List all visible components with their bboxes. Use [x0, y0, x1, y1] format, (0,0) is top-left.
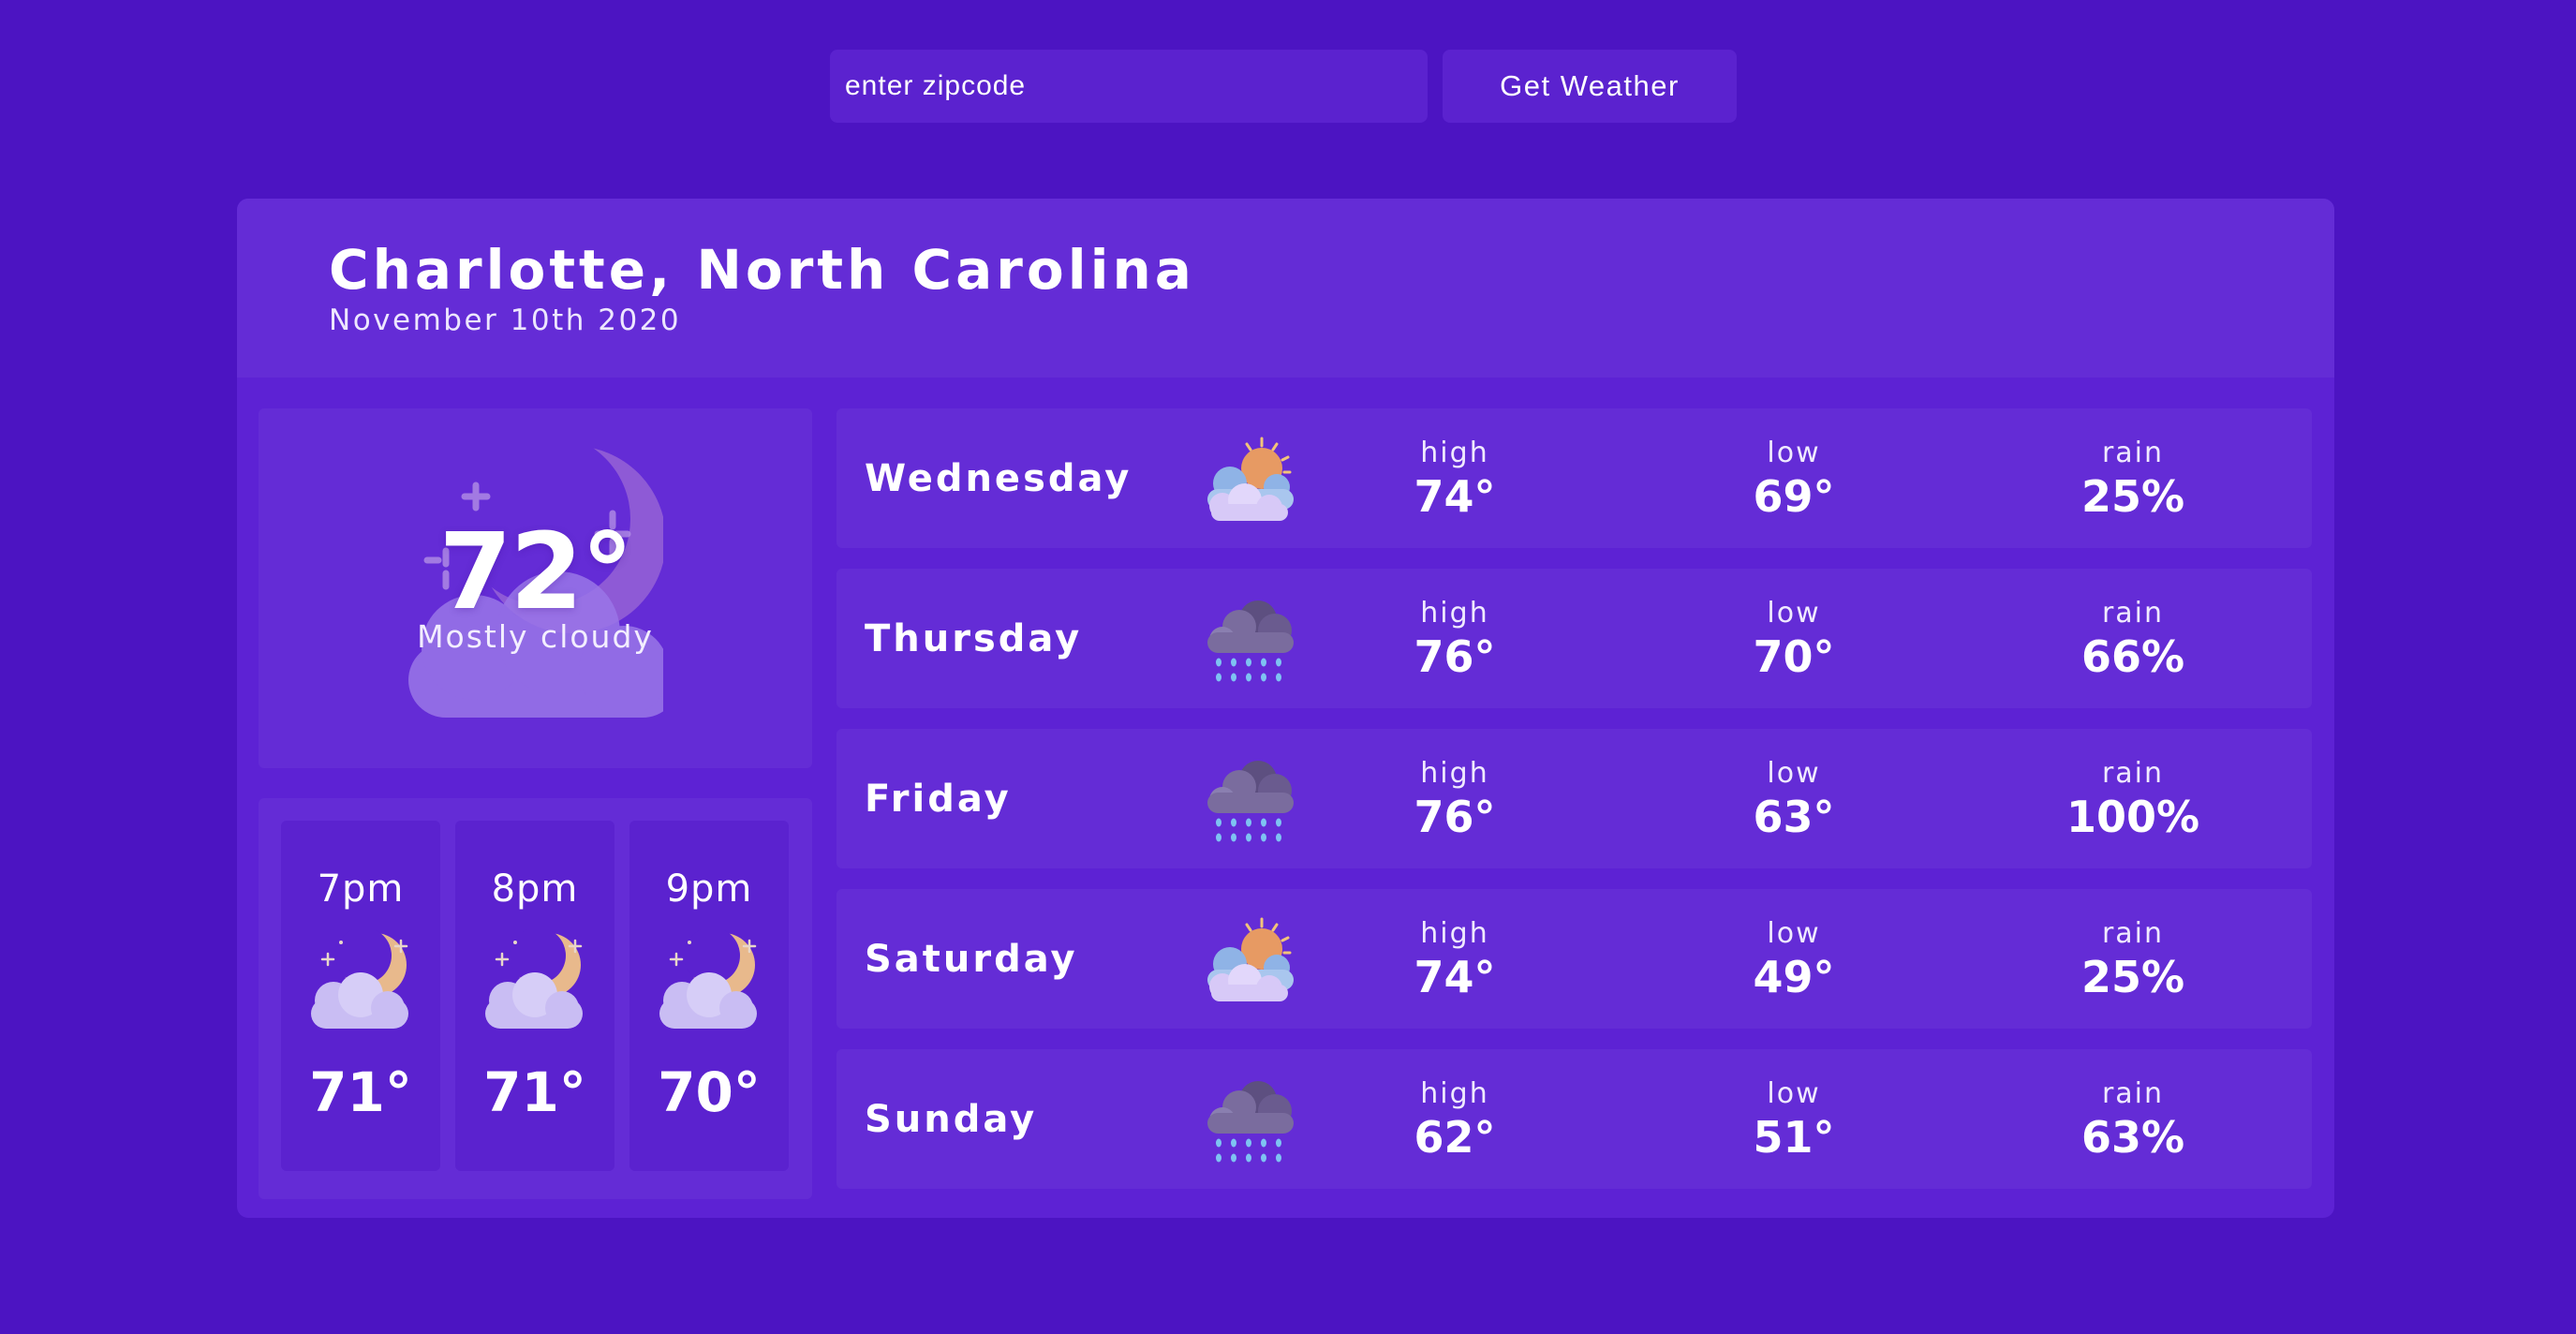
rain-label: rain — [2101, 1077, 2165, 1110]
date-label: November 10th 2020 — [329, 304, 682, 337]
low-temp: low 63° — [1681, 729, 1906, 842]
rain-chance: rain 63% — [2021, 1049, 2245, 1163]
hourly-item: 9pm 70° — [629, 821, 789, 1171]
high-temp: high 76° — [1342, 729, 1567, 842]
current-weather-panel: 72° Mostly cloudy — [259, 408, 812, 768]
rain-cloud-icon — [1207, 761, 1294, 842]
low-label: low — [1767, 1077, 1821, 1110]
low-label: low — [1767, 917, 1821, 950]
low-value: 49° — [1753, 952, 1835, 1002]
day-name: Friday — [865, 778, 1012, 821]
high-value: 76° — [1414, 792, 1496, 842]
rain-cloud-icon — [1207, 600, 1294, 682]
current-condition: Mostly cloudy — [417, 618, 654, 655]
rain-chance: rain 25% — [2021, 889, 2245, 1002]
weather-card: Charlotte, North Carolina November 10th … — [237, 199, 2334, 1218]
hour-temperature: 70° — [658, 1060, 761, 1124]
partly-cloudy-sun-icon — [1207, 437, 1294, 521]
daily-forecast-row: Saturday high 74° low 49° rain 25% — [836, 889, 2312, 1029]
day-name: Saturday — [865, 938, 1078, 981]
rain-value: 25% — [2080, 952, 2185, 1002]
high-temp: high 74° — [1342, 889, 1567, 1002]
night-cloud-moon-icon — [659, 929, 757, 1029]
rain-chance: rain 100% — [2021, 729, 2245, 842]
hour-temperature: 71° — [483, 1060, 586, 1124]
get-weather-button[interactable]: Get Weather — [1443, 50, 1737, 123]
high-label: high — [1420, 437, 1489, 469]
high-label: high — [1420, 917, 1489, 950]
low-temp: low 70° — [1681, 569, 1906, 682]
low-value: 70° — [1753, 631, 1835, 682]
low-temp: low 69° — [1681, 408, 1906, 522]
low-temp: low 49° — [1681, 889, 1906, 1002]
rain-label: rain — [2101, 597, 2165, 630]
high-label: high — [1420, 1077, 1489, 1110]
partly-cloudy-sun-icon — [1207, 917, 1294, 1001]
rain-value: 66% — [2080, 631, 2185, 682]
rain-cloud-icon — [1207, 1081, 1294, 1163]
high-value: 74° — [1414, 471, 1496, 522]
high-value: 76° — [1414, 631, 1496, 682]
low-label: low — [1767, 597, 1821, 630]
hour-time: 7pm — [317, 867, 405, 911]
rain-label: rain — [2101, 917, 2165, 950]
rain-label: rain — [2101, 757, 2165, 790]
high-label: high — [1420, 597, 1489, 630]
location-header: Charlotte, North Carolina November 10th … — [237, 199, 2334, 378]
high-value: 62° — [1414, 1112, 1496, 1163]
zipcode-input[interactable] — [830, 50, 1428, 123]
high-temp: high 76° — [1342, 569, 1567, 682]
night-cloud-moon-icon — [311, 929, 408, 1029]
low-temp: low 51° — [1681, 1049, 1906, 1163]
high-temp: high 62° — [1342, 1049, 1567, 1163]
daily-forecast-row: Thursday high 76° low 70° rain 66% — [836, 569, 2312, 708]
hourly-item: 7pm 71° — [281, 821, 440, 1171]
rain-value: 100% — [2065, 792, 2200, 842]
hour-temperature: 71° — [309, 1060, 412, 1124]
current-temperature: 72° — [438, 511, 634, 633]
rain-value: 25% — [2080, 471, 2185, 522]
high-value: 74° — [1414, 952, 1496, 1002]
high-label: high — [1420, 757, 1489, 790]
low-label: low — [1767, 437, 1821, 469]
daily-forecast-row: Friday high 76° low 63° rain 100% — [836, 729, 2312, 868]
city-title: Charlotte, North Carolina — [329, 238, 1195, 302]
hourly-item: 8pm 71° — [455, 821, 614, 1171]
low-value: 63° — [1753, 792, 1835, 842]
day-name: Wednesday — [865, 457, 1133, 500]
daily-forecast-row: Sunday high 62° low 51° rain 63% — [836, 1049, 2312, 1189]
rain-chance: rain 66% — [2021, 569, 2245, 682]
low-value: 51° — [1753, 1112, 1835, 1163]
night-cloud-moon-icon — [485, 929, 583, 1029]
high-temp: high 74° — [1342, 408, 1567, 522]
rain-value: 63% — [2080, 1112, 2185, 1163]
day-name: Sunday — [865, 1098, 1038, 1141]
hourly-forecast: 7pm 71° 8pm 71° 9pm 70° — [259, 798, 812, 1199]
low-value: 69° — [1753, 471, 1835, 522]
rain-chance: rain 25% — [2021, 408, 2245, 522]
hour-time: 9pm — [665, 867, 753, 911]
hour-time: 8pm — [491, 867, 579, 911]
daily-forecast-row: Wednesday high 74° low 69° rain 25% — [836, 408, 2312, 548]
rain-label: rain — [2101, 437, 2165, 469]
search-bar: Get Weather — [830, 50, 1737, 123]
day-name: Thursday — [865, 617, 1083, 660]
low-label: low — [1767, 757, 1821, 790]
